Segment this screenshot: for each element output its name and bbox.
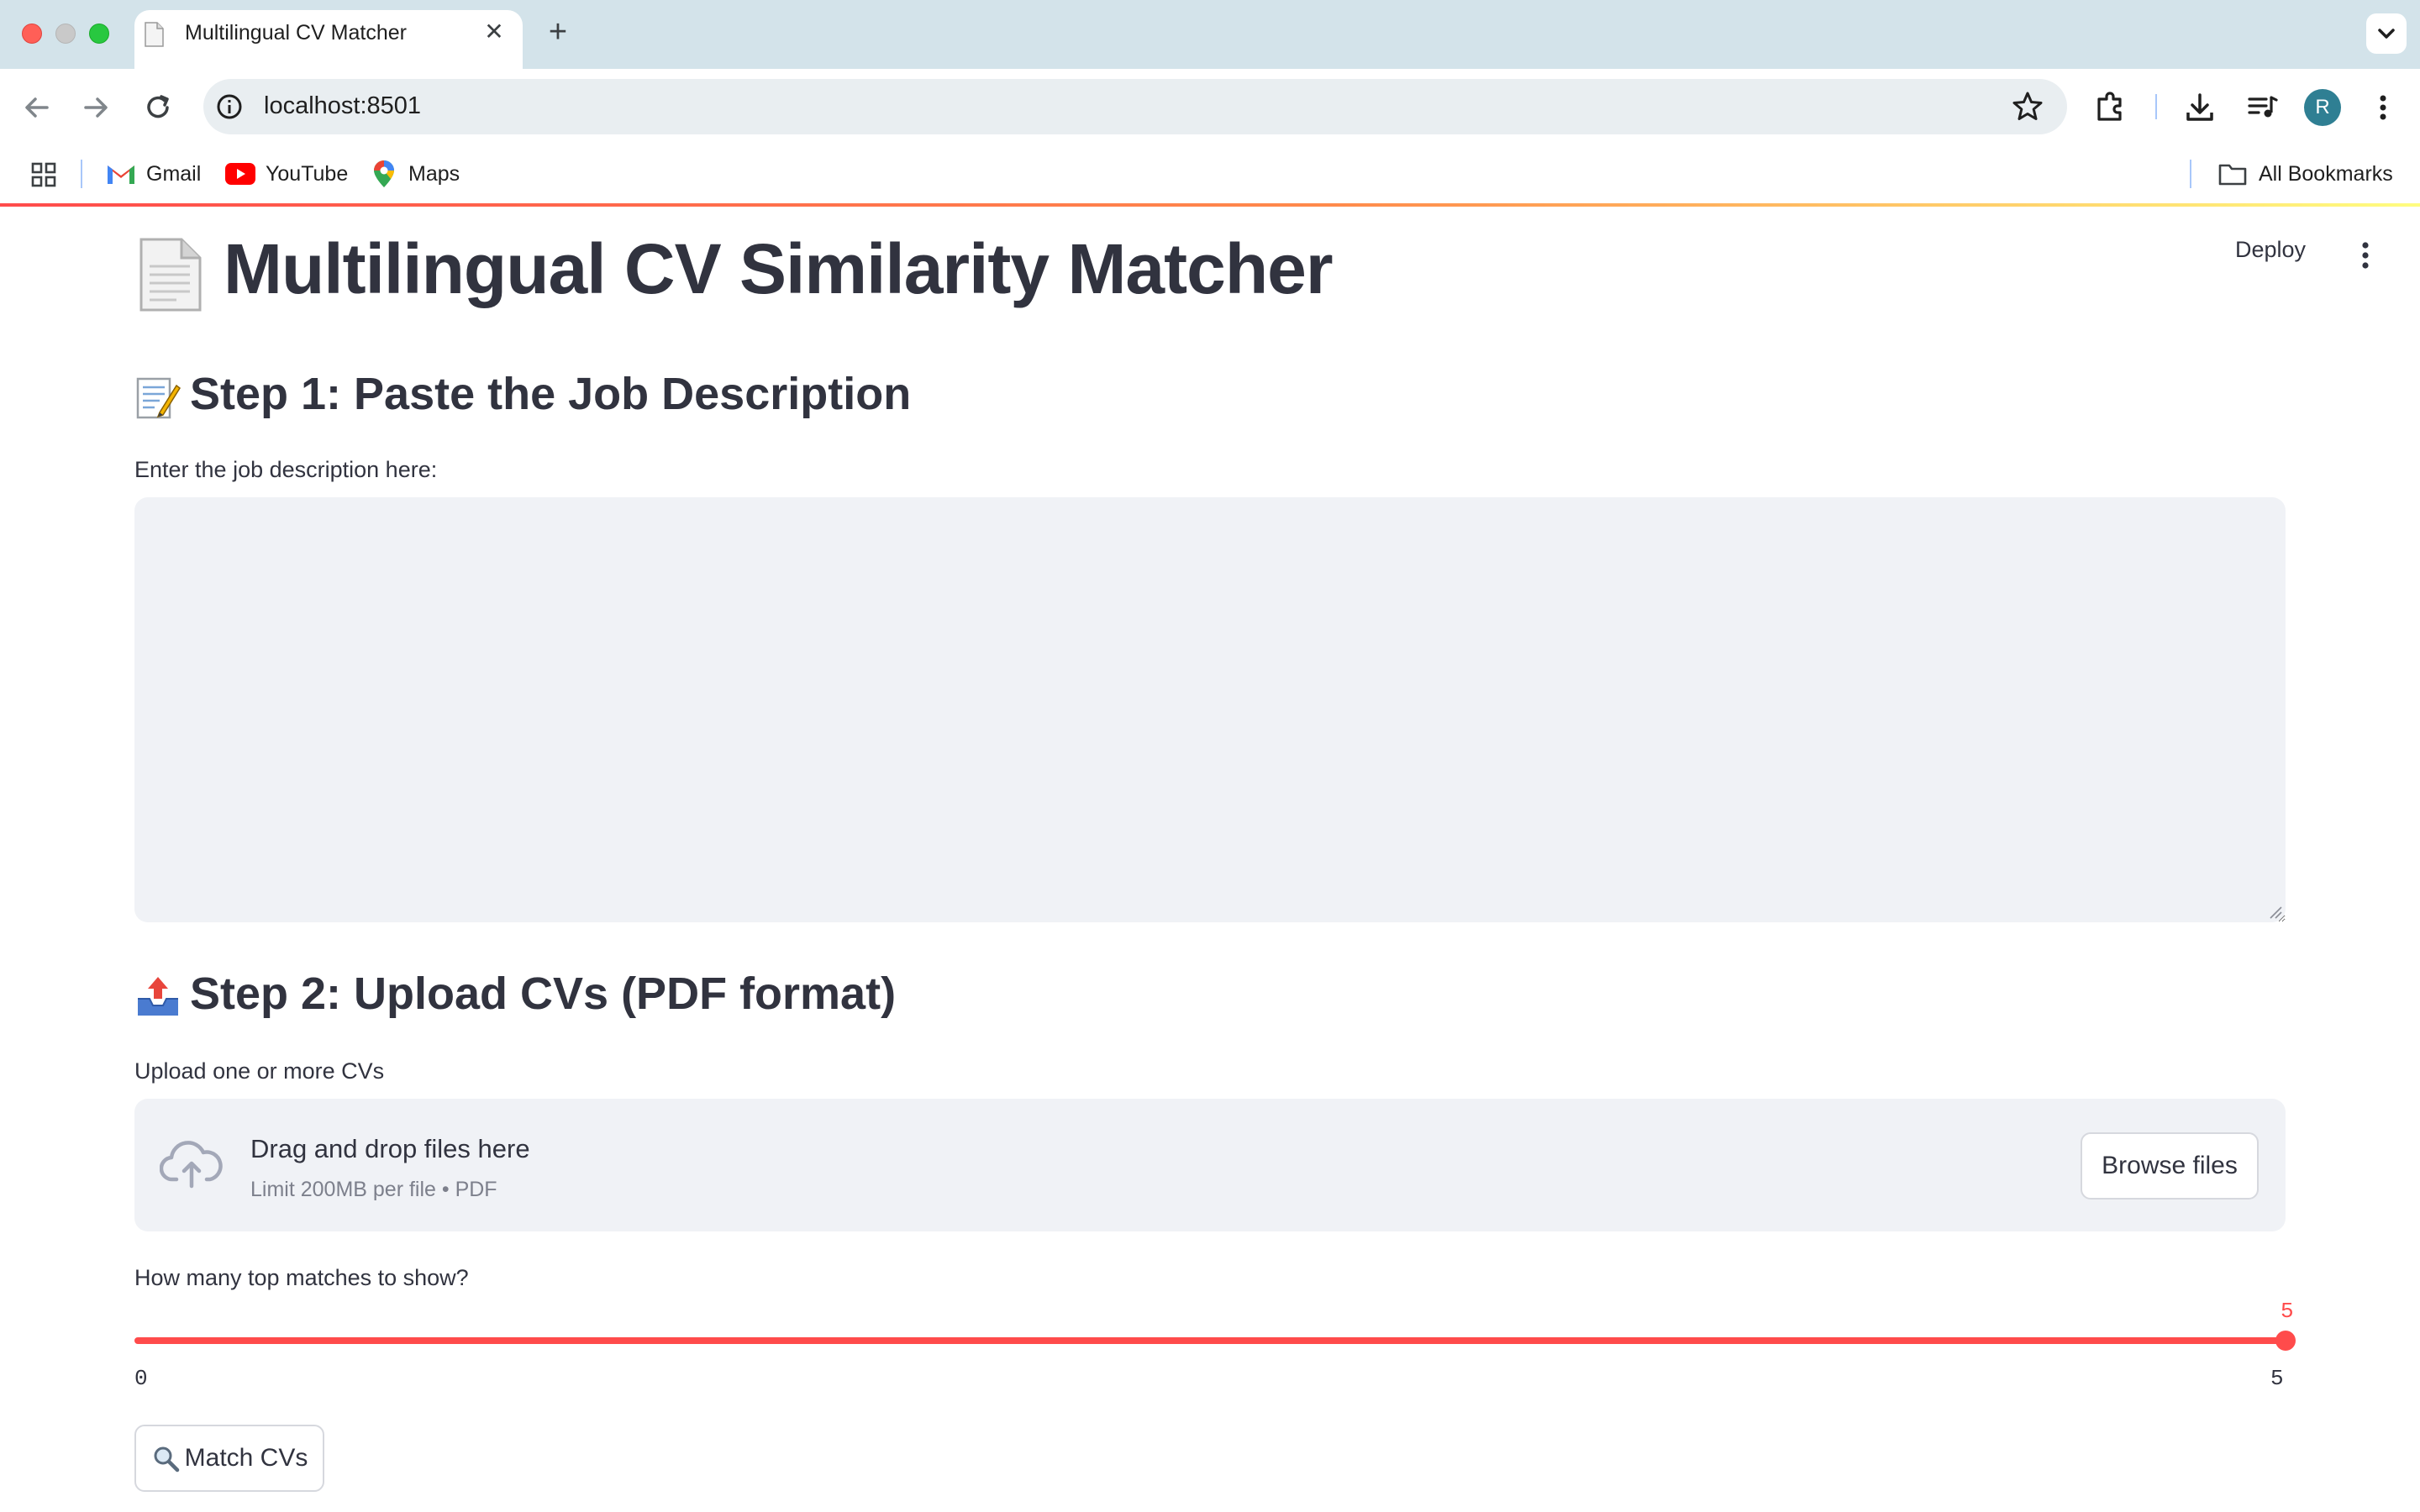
page-facing-up-icon: [139, 238, 202, 312]
site-info-icon[interactable]: [215, 92, 244, 121]
step2-heading: Step 2: Upload CVs (PDF format): [134, 968, 896, 1021]
extensions-puzzle-icon[interactable]: [2091, 87, 2131, 128]
memo-pencil-icon: [136, 377, 182, 418]
browse-files-button[interactable]: Browse files: [2081, 1132, 2259, 1200]
window-close-button[interactable]: [22, 24, 42, 44]
url-text[interactable]: localhost:8501: [264, 92, 421, 120]
match-cvs-label: Match CVs: [184, 1444, 308, 1472]
app-decoration-bar: [0, 203, 2420, 207]
dropzone-limit-text: Limit 200MB per file • PDF: [250, 1178, 497, 1201]
download-icon[interactable]: [2180, 87, 2220, 128]
match-cvs-button[interactable]: Match CVs: [134, 1425, 324, 1492]
bookmarks-divider: [2190, 160, 2191, 188]
profile-avatar[interactable]: R: [2304, 89, 2341, 126]
bookmark-label: Maps: [408, 161, 460, 186]
maps-icon: [374, 160, 394, 187]
address-bar[interactable]: [203, 79, 2067, 134]
all-bookmarks-label: All Bookmarks: [2259, 161, 2393, 186]
apps-grid-icon[interactable]: [30, 161, 57, 188]
media-queue-icon[interactable]: [2242, 87, 2282, 128]
magnifying-glass-icon: [154, 1446, 179, 1473]
slider-track[interactable]: [134, 1337, 2286, 1344]
youtube-icon: [225, 163, 255, 185]
slider-max-label: 5: [2270, 1366, 2284, 1391]
page-title-text: Multilingual CV Similarity Matcher: [224, 229, 1334, 308]
toolbar-divider: [2155, 94, 2157, 119]
back-arrow-icon[interactable]: [18, 89, 55, 126]
bookmarks-divider: [81, 160, 82, 188]
bookmarks-bar: [0, 144, 2420, 205]
chevron-down-icon: [2378, 29, 2395, 39]
slider-min-label: 0: [134, 1366, 148, 1391]
bookmark-maps[interactable]: Maps: [373, 160, 460, 188]
step1-heading: Step 1: Paste the Job Description: [134, 368, 911, 421]
outbox-tray-icon: [138, 976, 178, 1016]
job-description-textarea[interactable]: [134, 497, 2286, 922]
cloud-upload-icon: [160, 1141, 223, 1189]
dropzone-instructions: Drag and drop files here: [250, 1134, 530, 1163]
window-zoom-button[interactable]: [89, 24, 109, 44]
app-menu-icon[interactable]: [2353, 239, 2378, 272]
bookmark-star-icon[interactable]: [2010, 89, 2045, 124]
bookmark-gmail[interactable]: Gmail: [106, 160, 201, 188]
deploy-button[interactable]: Deploy: [2235, 237, 2306, 263]
forward-arrow-icon[interactable]: [77, 89, 114, 126]
gmail-icon: [108, 165, 134, 184]
all-bookmarks-button[interactable]: All Bookmarks: [2218, 160, 2393, 188]
folder-icon: [2218, 164, 2247, 186]
upload-label: Upload one or more CVs: [134, 1058, 385, 1084]
bookmark-youtube[interactable]: YouTube: [225, 160, 348, 188]
bookmark-label: YouTube: [266, 161, 349, 186]
bookmark-label: Gmail: [146, 161, 202, 186]
tab-title: Multilingual CV Matcher: [185, 21, 407, 45]
window-minimize-button[interactable]: [55, 24, 76, 44]
step1-heading-text: Step 1: Paste the Job Description: [190, 369, 912, 419]
resize-handle-icon[interactable]: [2269, 906, 2282, 919]
tab-close-icon[interactable]: ✕: [481, 18, 508, 45]
document-icon: [145, 22, 164, 47]
file-dropzone[interactable]: [134, 1099, 2286, 1231]
slider-thumb[interactable]: [2275, 1331, 2296, 1351]
browser-menu-icon[interactable]: [2363, 87, 2403, 128]
job-description-label: Enter the job description here:: [134, 457, 438, 482]
page-title: Multilingual CV Similarity Matcher: [134, 228, 1334, 313]
step2-heading-text: Step 2: Upload CVs (PDF format): [190, 969, 897, 1019]
new-tab-plus-icon[interactable]: +: [541, 15, 575, 49]
reload-icon[interactable]: [139, 89, 176, 126]
tab-search-button[interactable]: [2366, 13, 2407, 54]
slider-current-value: 5: [2281, 1299, 2294, 1324]
top-matches-label: How many top matches to show?: [134, 1265, 469, 1290]
